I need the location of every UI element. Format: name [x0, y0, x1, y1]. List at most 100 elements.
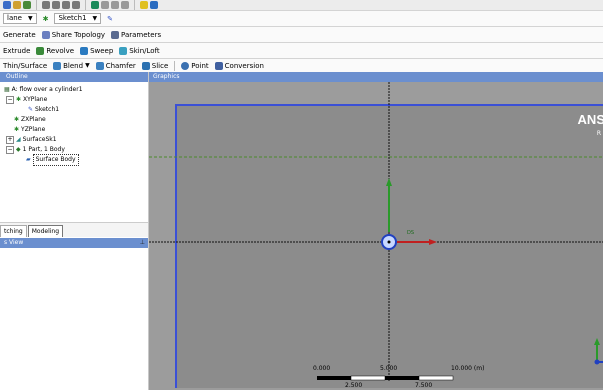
tree-node-sketch1[interactable]: ✎ Sketch1 [4, 105, 144, 115]
sweep-button[interactable]: Sweep [77, 43, 116, 58]
chamfer-button[interactable]: Chamfer [93, 59, 139, 72]
chamfer-label: Chamfer [105, 61, 136, 70]
toolbar-top [0, 0, 603, 11]
plane-combo[interactable]: lane ▼ [3, 13, 37, 24]
model-icon: ▦ [4, 86, 10, 93]
fit-icon[interactable] [111, 1, 119, 9]
highlight-icon[interactable] [140, 1, 148, 9]
tab-modeling[interactable]: Modeling [27, 225, 64, 237]
tree-node-label: Sketch1 [35, 106, 60, 113]
tab-sketching[interactable]: tching [0, 225, 27, 237]
origin-point [387, 240, 391, 244]
open-icon[interactable] [13, 1, 21, 9]
ansys-release: R [596, 130, 601, 137]
operations-toolbar: Thin/Surface Blend ▼ Chamfer Slice Point… [0, 59, 603, 73]
triad-origin [594, 359, 600, 365]
tree-node-label: YZPlane [21, 126, 46, 133]
extrude-label: Extrude [3, 46, 31, 55]
x-arrowhead [429, 239, 437, 245]
chevron-down-icon: ▼ [27, 15, 33, 22]
conversion-icon [214, 61, 223, 70]
parameters-button[interactable]: Parameters [108, 27, 164, 42]
ansys-logo: ANS [577, 112, 603, 127]
new-sketch-icon: ✎ [107, 14, 114, 23]
graphics-canvas[interactable]: DS ANS R 0.000 5.000 10.000 (m) 2.500 7.… [149, 82, 603, 390]
save-icon[interactable] [23, 1, 31, 9]
surface-body-icon: ▰ [26, 156, 31, 163]
point-button[interactable]: Point [178, 59, 211, 72]
tree-node-label: Surface Body [32, 154, 79, 166]
slice-label: Slice [151, 61, 169, 70]
collapse-icon[interactable]: − [6, 146, 14, 154]
scale-tick-5: 5.000 [380, 365, 398, 372]
blend-button[interactable]: Blend ▼ [50, 59, 93, 72]
generate-button[interactable]: Generate [0, 27, 39, 42]
chamfer-icon [95, 61, 104, 70]
tree-node-label: SurfaceSk1 [22, 136, 57, 143]
tree-node-label: XYPlane [23, 96, 48, 103]
pan-icon[interactable] [62, 1, 70, 9]
share-topology-label: Share Topology [51, 30, 106, 39]
sweep-label: Sweep [90, 46, 114, 55]
scale-tick-7-5: 7.500 [415, 382, 433, 389]
parameters-label: Parameters [121, 30, 162, 39]
slice-button[interactable]: Slice [139, 59, 172, 72]
plane-combo-value: lane [7, 14, 22, 22]
share-topology-button[interactable]: Share Topology [39, 27, 108, 42]
details-view-title: s View [4, 239, 24, 246]
surface-sketch-icon: ◢ [16, 136, 21, 143]
point-icon [181, 61, 190, 70]
scale-bar-seg1 [317, 376, 351, 380]
sweep-icon [80, 46, 89, 55]
plane-axes-icon: ✱ [42, 14, 49, 23]
thin-surface-button[interactable]: Thin/Surface [0, 59, 50, 72]
view-icon[interactable] [42, 1, 50, 9]
sketch-combo[interactable]: Sketch1 ▼ [54, 13, 102, 24]
scale-bar-seg2 [350, 375, 386, 381]
revolve-button[interactable]: Revolve [33, 43, 77, 58]
revolve-icon [36, 46, 45, 55]
conversion-label: Conversion [224, 61, 264, 70]
point-label: Point [191, 61, 209, 70]
extrude-button[interactable]: Extrude [0, 43, 33, 58]
parameters-icon [111, 30, 120, 39]
pin-icon[interactable]: ⊥ [140, 238, 145, 248]
collapse-icon[interactable]: − [6, 96, 14, 104]
box-zoom-icon[interactable] [101, 1, 109, 9]
iso-icon[interactable] [121, 1, 129, 9]
tree-node-root[interactable]: ▦ A: flow over a cylinder1 [4, 85, 144, 95]
new-icon[interactable] [3, 1, 11, 9]
toolbar-icons-strip[interactable] [0, 0, 161, 10]
rotate-icon[interactable] [52, 1, 60, 9]
tree-node-xyplane[interactable]: − ✱ XYPlane [4, 95, 144, 105]
sketch-icon: ✎ [28, 106, 34, 113]
tree-node-surface-body[interactable]: ▰ Surface Body [4, 154, 144, 166]
plane-icon: ✱ [16, 96, 22, 103]
sketch-toolbar: lane ▼ ✱ Sketch1 ▼ ✎ [0, 11, 603, 27]
new-plane-button[interactable]: ✱ [40, 11, 52, 26]
zoom-icon[interactable] [72, 1, 80, 9]
tree-node-zxplane[interactable]: ✱ ZXPlane [4, 115, 144, 125]
chevron-down-icon: ▼ [92, 15, 98, 22]
face-select-icon[interactable] [150, 1, 158, 9]
scale-bar-seg4 [418, 375, 454, 381]
expand-icon[interactable]: + [6, 136, 14, 144]
scale-tick-0: 0.000 [313, 365, 331, 372]
tree-node-surfacesk1[interactable]: + ◢ SurfaceSk1 [4, 135, 144, 145]
tree-node-yzplane[interactable]: ✱ YZPlane [4, 125, 144, 135]
graphics-header: Graphics [149, 72, 603, 82]
select-icon[interactable] [91, 1, 99, 9]
scale-tick-10: 10.000 (m) [451, 365, 485, 372]
outline-header: Outline [0, 72, 148, 82]
panel-tabs: tching Modeling [0, 222, 148, 237]
feature-tree: ▦ A: flow over a cylinder1 − ✱ XYPlane ✎… [0, 82, 148, 168]
y-arrowhead [386, 178, 392, 186]
triad-y-head [594, 338, 600, 345]
blend-icon [53, 61, 62, 70]
conversion-button[interactable]: Conversion [212, 59, 267, 72]
viewport-overlay: DS [149, 82, 603, 382]
new-sketch-button[interactable]: ✎ [104, 11, 116, 26]
skin-loft-button[interactable]: Skin/Loft [116, 43, 162, 58]
part-icon: ◆ [16, 146, 21, 153]
generate-label: Generate [3, 30, 36, 39]
